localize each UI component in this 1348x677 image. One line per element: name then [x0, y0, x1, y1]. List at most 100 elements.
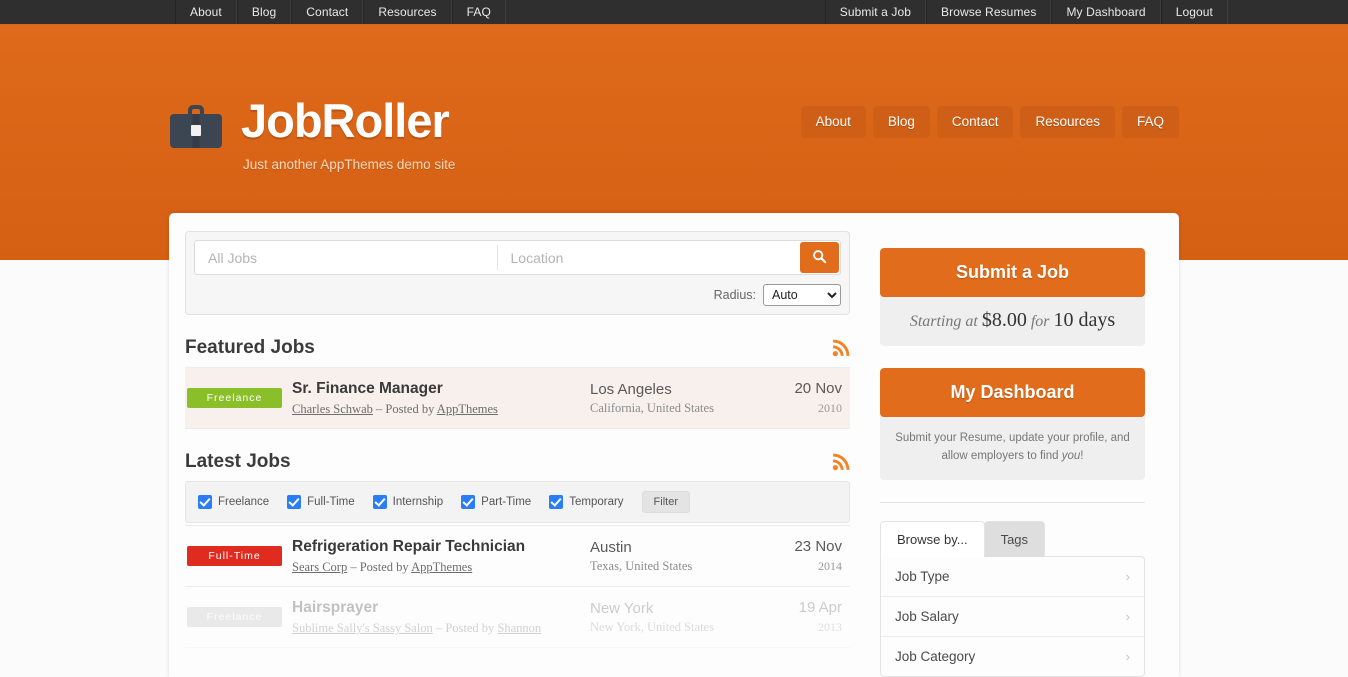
latest-jobs-list: Full-Time Refrigeration Repair Technicia…: [185, 525, 850, 649]
filter-label-freelance: Freelance: [218, 496, 270, 509]
latest-rss-icon[interactable]: [832, 453, 850, 471]
table-row[interactable]: Full-Time Refrigeration Repair Technicia…: [185, 526, 850, 588]
job-poster-link[interactable]: AppThemes: [437, 402, 498, 416]
job-location: Los Angeles California, United States: [590, 381, 770, 416]
filter-label-full-time: Full-Time: [307, 496, 355, 509]
checkbox-full-time[interactable]: [287, 495, 302, 510]
header-nav-contact[interactable]: Contact: [936, 105, 1014, 138]
search-keyword-input[interactable]: [195, 241, 497, 274]
filter-button[interactable]: Filter: [641, 491, 690, 514]
dashboard-note-em: you: [1061, 450, 1081, 463]
job-poster-link[interactable]: Shannon: [497, 621, 541, 635]
dashboard-promo-note: Submit your Resume, update your profile,…: [880, 417, 1145, 466]
job-location: Austin Texas, United States: [590, 539, 770, 574]
briefcase-icon: [169, 103, 223, 149]
job-title[interactable]: Hairsprayer: [292, 598, 590, 618]
topbar-item-blog[interactable]: Blog: [236, 0, 292, 24]
job-date-year: 2010: [818, 401, 842, 416]
topbar-item-about[interactable]: About: [175, 0, 237, 24]
dashboard-note-a: Submit your Resume, update your profile,…: [895, 432, 1130, 463]
table-row[interactable]: Freelance Hairsprayer Sublime Sally's Sa…: [185, 587, 850, 649]
job-city: Los Angeles: [590, 380, 672, 398]
pricing-mid: for: [1026, 313, 1054, 330]
search-submit-button[interactable]: [800, 242, 839, 273]
submit-job-promo: Submit a Job Starting at $8.00 for 10 da…: [880, 248, 1145, 346]
posted-by-text: – Posted by: [432, 621, 498, 636]
pricing-duration: 10 days: [1053, 309, 1116, 331]
chevron-right-icon: ›: [1125, 568, 1130, 584]
filter-internship[interactable]: Internship: [372, 495, 443, 510]
checkbox-part-time[interactable]: [461, 495, 476, 510]
my-dashboard-button[interactable]: My Dashboard: [880, 368, 1145, 417]
filter-full-time[interactable]: Full-Time: [287, 495, 355, 510]
job-type-badge: Full-Time: [187, 546, 282, 567]
chevron-right-icon: ›: [1125, 608, 1130, 624]
table-row[interactable]: Freelance Sr. Finance Manager Charles Sc…: [185, 368, 850, 430]
featured-jobs-title: Featured Jobs: [185, 337, 315, 358]
topbar-item-resources[interactable]: Resources: [363, 0, 452, 24]
topbar-item-contact[interactable]: Contact: [291, 0, 364, 24]
topbar-right-nav: Submit a Job Browse Resumes My Dashboard…: [824, 0, 1228, 24]
job-date: 23 Nov 2014: [770, 538, 842, 574]
job-type-badge: Freelance: [187, 607, 282, 628]
job-info: Hairsprayer Sublime Sally's Sassy Salon …: [292, 598, 590, 636]
filter-part-time[interactable]: Part-Time: [461, 495, 531, 510]
filter-freelance[interactable]: Freelance: [198, 495, 270, 510]
job-region: California, United States: [590, 400, 714, 415]
topbar-item-my-dashboard[interactable]: My Dashboard: [1051, 0, 1161, 24]
sidebar: Submit a Job Starting at $8.00 for 10 da…: [880, 231, 1145, 677]
job-date: 20 Nov 2010: [770, 380, 842, 416]
page-body: Radius: Auto Featured Jobs Freelance: [169, 213, 1179, 677]
posted-by-text: – Posted by: [372, 402, 437, 417]
sidebar-item-job-type[interactable]: Job Type ›: [881, 557, 1144, 597]
job-date-day: 23 Nov: [794, 538, 842, 556]
job-company-link[interactable]: Sears Corp: [292, 560, 347, 574]
topbar-item-faq[interactable]: FAQ: [451, 0, 506, 24]
job-company-link[interactable]: Sublime Sally's Sassy Salon: [292, 621, 433, 635]
site-tagline: Just another AppThemes demo site: [243, 157, 456, 172]
job-meta: Charles Schwab – Posted by AppThemes: [292, 402, 590, 417]
checkbox-temporary[interactable]: [549, 495, 564, 510]
latest-jobs-title: Latest Jobs: [185, 451, 291, 473]
header-nav: About Blog Contact Resources FAQ: [800, 105, 1179, 138]
filter-temporary[interactable]: Temporary: [549, 495, 624, 510]
top-utility-bar: About Blog Contact Resources FAQ Submit …: [0, 0, 1348, 25]
job-company-link[interactable]: Charles Schwab: [292, 402, 373, 416]
submit-a-job-button[interactable]: Submit a Job: [880, 248, 1145, 297]
topbar-item-submit-a-job[interactable]: Submit a Job: [824, 0, 926, 24]
checkbox-internship[interactable]: [372, 495, 387, 510]
radius-row: Radius: Auto: [194, 284, 841, 306]
featured-rss-icon[interactable]: [832, 339, 850, 357]
job-type-filter-bar: Freelance Full-Time Internship Part-Time…: [185, 481, 850, 524]
dashboard-note-b: !: [1080, 450, 1084, 463]
header-nav-faq[interactable]: FAQ: [1121, 105, 1179, 138]
posted-by-text: – Posted by: [347, 560, 412, 575]
job-date: 19 Apr 2013: [770, 599, 842, 635]
job-title[interactable]: Sr. Finance Manager: [292, 379, 590, 399]
header-nav-blog[interactable]: Blog: [872, 105, 930, 138]
page-title: JobRoller: [241, 94, 450, 147]
browse-label-job-type: Job Type: [895, 568, 950, 584]
job-info: Refrigeration Repair Technician Sears Co…: [292, 537, 590, 575]
tab-browse-by[interactable]: Browse by...: [880, 520, 985, 557]
checkbox-freelance[interactable]: [198, 495, 212, 510]
header-nav-about[interactable]: About: [800, 105, 866, 138]
topbar-item-browse-resumes[interactable]: Browse Resumes: [926, 0, 1052, 24]
sidebar-divider: [880, 501, 1145, 503]
topbar-item-logout[interactable]: Logout: [1160, 0, 1228, 24]
magnifier-icon: [812, 249, 827, 267]
search-location-input[interactable]: [497, 241, 799, 274]
tab-tags[interactable]: Tags: [983, 520, 1046, 557]
job-date-year: 2013: [818, 620, 842, 635]
radius-label: Radius:: [713, 288, 756, 302]
job-date-day: 19 Apr: [798, 599, 842, 617]
radius-select[interactable]: Auto: [763, 284, 841, 306]
header-nav-resources[interactable]: Resources: [1020, 105, 1115, 138]
job-poster-link[interactable]: AppThemes: [411, 560, 472, 574]
job-title[interactable]: Refrigeration Repair Technician: [292, 537, 590, 557]
job-city: New York: [590, 599, 654, 617]
pricing-prefix: Starting at: [909, 313, 982, 330]
filter-label-temporary: Temporary: [569, 496, 624, 509]
sidebar-item-job-salary[interactable]: Job Salary ›: [881, 597, 1144, 637]
dashboard-promo: My Dashboard Submit your Resume, update …: [880, 368, 1145, 480]
